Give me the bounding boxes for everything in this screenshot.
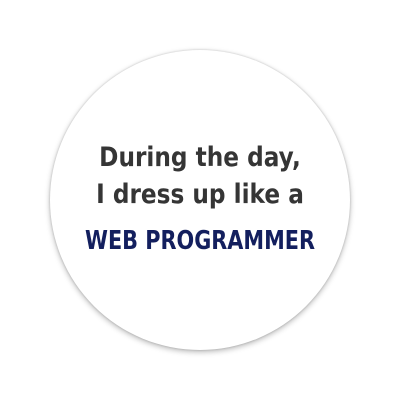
sticker-text-line-2: I dress up like a (96, 179, 304, 210)
sticker-text-line-3: WEB PROGRAMMER (85, 226, 315, 256)
sticker-text-line-1: During the day, (99, 142, 301, 173)
page: During the day, I dress up like a WEB PR… (0, 0, 400, 400)
